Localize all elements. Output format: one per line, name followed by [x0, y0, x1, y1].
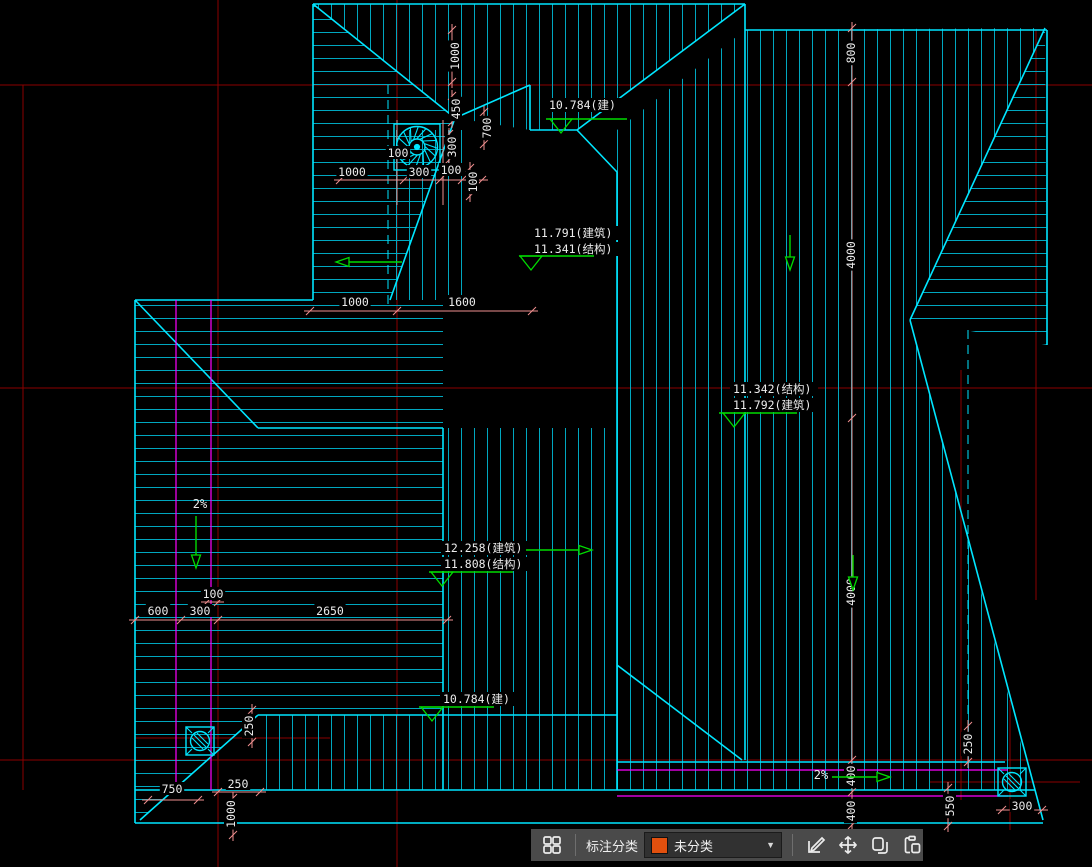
- paste-icon: [901, 834, 923, 856]
- slope-percent-label: 2%: [814, 768, 829, 782]
- move-annotation-button[interactable]: [835, 832, 861, 858]
- svg-text:300: 300: [1012, 799, 1033, 813]
- chevron-down-icon: ▼: [766, 840, 776, 850]
- dimension-label: 800: [844, 40, 858, 66]
- paste-annotation-button[interactable]: [899, 832, 925, 858]
- elevation-label: 11.342(结构): [733, 382, 811, 396]
- elevation-label: 11.792(建筑): [733, 398, 811, 412]
- dimension-label: 100: [438, 163, 464, 177]
- dimension-label: 1600: [446, 295, 478, 309]
- svg-text:2650: 2650: [316, 604, 344, 618]
- dimension-label: 1000: [448, 40, 462, 72]
- dimension-label: 4000: [844, 239, 858, 271]
- grid-icon: [541, 834, 563, 856]
- elevation-label: 10.784(建): [549, 98, 616, 112]
- dimension-label: 1000: [339, 295, 371, 309]
- dimension-label: 400: [844, 798, 858, 824]
- category-dropdown-value: 未分类: [674, 838, 714, 854]
- svg-text:300: 300: [190, 604, 211, 618]
- category-color-swatch: [651, 836, 669, 854]
- category-dropdown[interactable]: 未分类 ▼: [644, 832, 783, 858]
- dimension-label: 250: [242, 713, 256, 739]
- svg-text:100: 100: [203, 587, 224, 601]
- svg-text:100: 100: [441, 163, 462, 177]
- dimension-label: 250: [961, 731, 975, 757]
- dimension-label: 300: [445, 134, 459, 160]
- dimension-label: 100: [385, 146, 411, 160]
- dimension-label: 1000: [224, 798, 238, 830]
- svg-text:400: 400: [844, 766, 858, 787]
- dimension-label: 450: [449, 96, 463, 122]
- elevation-label: 10.784(建): [443, 692, 510, 706]
- dimension-label: 2650: [314, 604, 346, 618]
- svg-text:1000: 1000: [341, 295, 369, 309]
- dimension-label: 400: [844, 763, 858, 789]
- svg-text:100: 100: [388, 146, 409, 160]
- dimension-label: 100: [200, 587, 226, 601]
- dimension-label: 300: [406, 165, 432, 179]
- svg-text:250: 250: [961, 734, 975, 755]
- category-grid-button[interactable]: [539, 832, 565, 858]
- roof-hatch-regions: [135, 4, 1047, 820]
- svg-text:1600: 1600: [448, 295, 476, 309]
- dimension-label: 750: [159, 782, 185, 796]
- slope-percent-label: 2%: [193, 497, 208, 511]
- move-icon: [837, 834, 859, 856]
- dimension-label: 1000: [336, 165, 368, 179]
- svg-text:300: 300: [409, 165, 430, 179]
- annotation-toolbar: 标注分类 未分类 ▼: [531, 829, 923, 861]
- svg-text:750: 750: [162, 782, 183, 796]
- dimension-label: 600: [145, 604, 171, 618]
- copy-icon: [869, 834, 891, 856]
- svg-text:250: 250: [228, 777, 249, 791]
- cad-drawing-canvas[interactable]: 10004507003001001001000 300 10080040004000…: [0, 0, 1092, 867]
- elevation-triangle-icon: [518, 255, 544, 272]
- svg-text:400: 400: [844, 801, 858, 822]
- svg-text:700: 700: [480, 118, 494, 139]
- elevation-label: 11.808(结构): [444, 557, 522, 571]
- dimension-label: 700: [480, 115, 494, 141]
- dimension-label: 300: [187, 604, 213, 618]
- edit-annotation-button[interactable]: [803, 832, 829, 858]
- elevation-label: 12.258(建筑): [444, 541, 522, 555]
- category-label: 标注分类: [586, 838, 639, 854]
- edit-icon: [805, 834, 827, 856]
- dimension-label: 550: [943, 793, 957, 819]
- svg-text:450: 450: [449, 99, 463, 120]
- cad-application-window: 1000 450 700 300 100 100 1000 300 100 800 4000 4000…: [0, 0, 1092, 867]
- elevation-label: 11.791(建筑): [534, 226, 612, 240]
- roof-drain-symbol: [185, 726, 215, 756]
- svg-text:1000: 1000: [224, 800, 238, 828]
- toolbar-divider: [575, 834, 576, 856]
- svg-text:800: 800: [844, 43, 858, 64]
- svg-text:300: 300: [445, 137, 459, 158]
- svg-text:1000: 1000: [448, 42, 462, 70]
- svg-text:550: 550: [943, 796, 957, 817]
- roof-drain-symbol: [997, 767, 1027, 797]
- svg-text:600: 600: [148, 604, 169, 618]
- svg-text:4000: 4000: [844, 241, 858, 269]
- copy-annotation-button[interactable]: [867, 832, 893, 858]
- elevation-label: 11.341(结构): [534, 242, 612, 256]
- dimension-label: 300: [1009, 799, 1035, 813]
- elevation-marker: 11.791(建筑) 11.341(结构): [518, 226, 619, 272]
- dimension-label: 250: [225, 777, 251, 791]
- svg-text:100: 100: [466, 172, 480, 193]
- svg-text:250: 250: [242, 716, 256, 737]
- dimension-label: 100: [466, 169, 480, 195]
- svg-text:1000: 1000: [338, 165, 366, 179]
- toolbar-divider: [792, 834, 794, 856]
